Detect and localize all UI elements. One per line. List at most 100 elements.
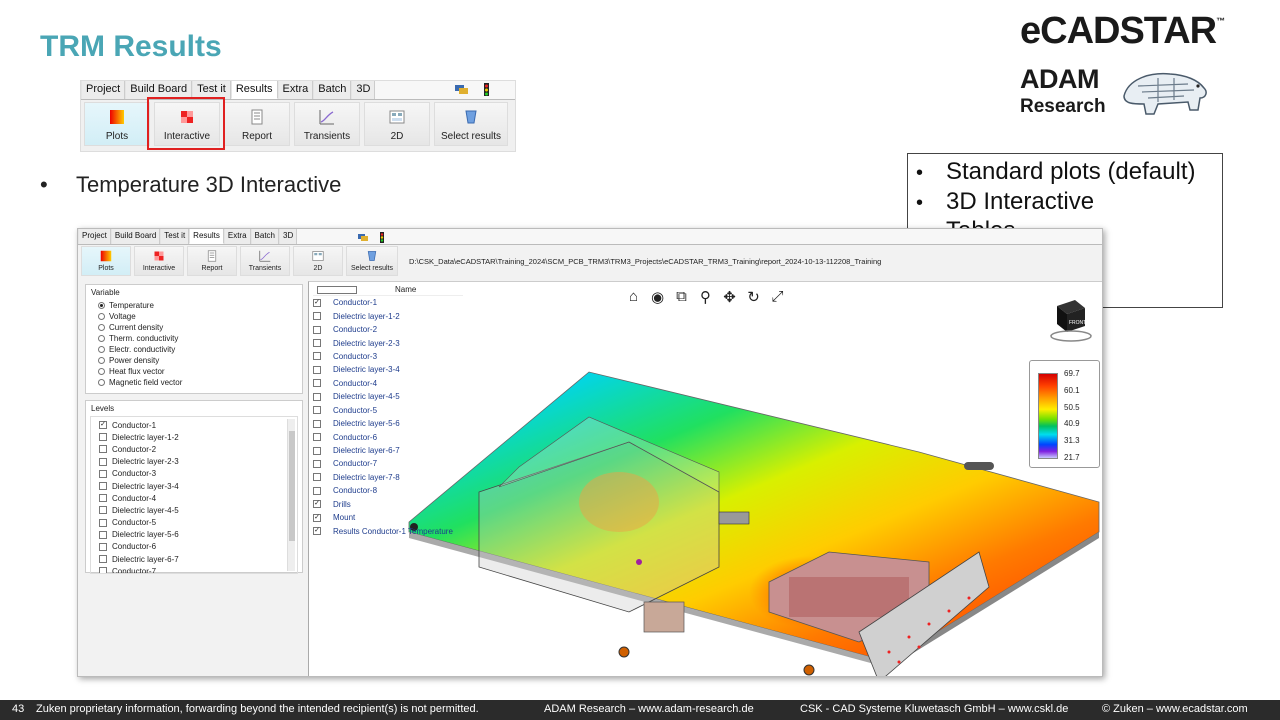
level-item[interactable]: Dielectric layer-3-4: [99, 480, 293, 492]
tab-results[interactable]: Results: [189, 229, 224, 244]
level-checkbox[interactable]: [99, 555, 107, 564]
fit-icon[interactable]: ⤢: [769, 288, 786, 306]
variable-option[interactable]: Electr. conductivity: [98, 344, 294, 355]
pcb-temperature-3d-view[interactable]: [389, 362, 1103, 677]
layer-checkbox[interactable]: ✓: [313, 298, 321, 307]
transients-button[interactable]: Transients: [294, 102, 360, 146]
layer-item[interactable]: ✓ Drills: [313, 498, 463, 511]
plots-button[interactable]: Plots: [84, 102, 150, 146]
app-interactive-button[interactable]: Interactive: [134, 246, 184, 276]
pan-icon[interactable]: ✥: [721, 288, 738, 306]
radio-button[interactable]: [98, 346, 105, 353]
radio-button[interactable]: [98, 335, 105, 342]
level-item[interactable]: Conductor-7: [99, 565, 293, 573]
level-item[interactable]: Conductor-5: [99, 517, 293, 529]
layer-checkbox[interactable]: [313, 365, 321, 374]
rotate-icon[interactable]: ↻: [745, 288, 762, 306]
level-item[interactable]: ✓ Conductor-1: [99, 419, 293, 431]
level-checkbox[interactable]: [99, 518, 107, 527]
radio-button[interactable]: [98, 302, 105, 309]
layer-item[interactable]: Conductor-8: [313, 484, 463, 497]
level-checkbox[interactable]: [99, 530, 107, 539]
variable-option[interactable]: Therm. conductivity: [98, 333, 294, 344]
variable-option[interactable]: Heat flux vector: [98, 366, 294, 377]
level-item[interactable]: Dielectric layer-2-3: [99, 456, 293, 468]
home-icon[interactable]: ⌂: [625, 288, 642, 306]
layer-item[interactable]: Dielectric layer-1-2: [313, 309, 463, 322]
radio-button[interactable]: [98, 368, 105, 375]
layer-checkbox[interactable]: ✓: [313, 500, 321, 509]
level-checkbox[interactable]: [99, 542, 107, 551]
level-item[interactable]: Dielectric layer-5-6: [99, 529, 293, 541]
layer-item[interactable]: Dielectric layer-2-3: [313, 336, 463, 349]
tab-project[interactable]: Project: [81, 81, 126, 99]
layer-item[interactable]: ✓ Conductor-1: [313, 296, 463, 309]
layer-checkbox[interactable]: [313, 325, 321, 334]
layer-item[interactable]: Dielectric layer-7-8: [313, 471, 463, 484]
layer-item[interactable]: Conductor-4: [313, 377, 463, 390]
app-select-results-button[interactable]: Select results: [346, 246, 398, 276]
app-report-button[interactable]: Report: [187, 246, 237, 276]
tab-3d[interactable]: 3D: [279, 229, 298, 244]
report-button[interactable]: Report: [224, 102, 290, 146]
variable-option[interactable]: Temperature: [98, 300, 294, 311]
layer-checkbox[interactable]: [313, 352, 321, 361]
radio-button[interactable]: [98, 357, 105, 364]
layer-checkbox[interactable]: [313, 312, 321, 321]
app-2d-button[interactable]: 2D: [293, 246, 343, 276]
level-item[interactable]: Conductor-4: [99, 492, 293, 504]
zoom-box-icon[interactable]: ⧉: [673, 288, 690, 306]
layer-checkbox[interactable]: ✓: [313, 527, 321, 536]
zoom-icon[interactable]: ⚲: [697, 288, 714, 306]
variable-option[interactable]: Voltage: [98, 311, 294, 322]
radio-button[interactable]: [98, 379, 105, 386]
level-checkbox[interactable]: [99, 433, 107, 442]
levels-scrollbar[interactable]: [287, 419, 295, 571]
level-checkbox[interactable]: [99, 445, 107, 454]
level-checkbox[interactable]: [99, 482, 107, 491]
layer-item[interactable]: Conductor-5: [313, 404, 463, 417]
layer-item[interactable]: Dielectric layer-4-5: [313, 390, 463, 403]
level-checkbox[interactable]: [99, 494, 107, 503]
level-item[interactable]: Dielectric layer-6-7: [99, 553, 293, 565]
tab-batch[interactable]: Batch: [250, 229, 279, 244]
level-item[interactable]: Conductor-2: [99, 443, 293, 455]
layer-checkbox[interactable]: [313, 339, 321, 348]
tab-batch[interactable]: Batch: [313, 81, 352, 99]
variable-option[interactable]: Current density: [98, 322, 294, 333]
layer-item[interactable]: Conductor-3: [313, 350, 463, 363]
tab-build-board[interactable]: Build Board: [110, 229, 161, 244]
layer-item[interactable]: Dielectric layer-6-7: [313, 444, 463, 457]
layer-item[interactable]: ✓ Mount: [313, 511, 463, 524]
select-all-checkbox[interactable]: [317, 285, 357, 294]
layer-item[interactable]: Conductor-6: [313, 430, 463, 443]
radio-button[interactable]: [98, 313, 105, 320]
tab-test-it[interactable]: Test it: [160, 229, 190, 244]
layer-checkbox[interactable]: [313, 433, 321, 442]
layer-checkbox[interactable]: [313, 392, 321, 401]
radio-button[interactable]: [98, 324, 105, 331]
layer-checkbox[interactable]: [313, 406, 321, 415]
level-item[interactable]: Conductor-6: [99, 541, 293, 553]
layer-item[interactable]: Dielectric layer-5-6: [313, 417, 463, 430]
app-plots-button[interactable]: Plots: [81, 246, 131, 276]
tab-extra[interactable]: Extra: [223, 229, 251, 244]
layer-checkbox[interactable]: [313, 473, 321, 482]
2d-button[interactable]: 2D: [364, 102, 430, 146]
3d-viewer[interactable]: Name ✓ Conductor-1 Dielectric layer-1-2 Con…: [308, 281, 1103, 677]
level-checkbox[interactable]: ✓: [99, 421, 107, 430]
level-item[interactable]: Dielectric layer-4-5: [99, 504, 293, 516]
app-transients-button[interactable]: Transients: [240, 246, 290, 276]
select-results-button[interactable]: Select results: [434, 102, 508, 146]
tab-results[interactable]: Results: [230, 81, 278, 99]
layer-checkbox[interactable]: [313, 446, 321, 455]
tab-3d[interactable]: 3D: [351, 81, 376, 99]
tab-project[interactable]: Project: [78, 229, 111, 244]
layer-checkbox[interactable]: [313, 486, 321, 495]
level-item[interactable]: Conductor-3: [99, 468, 293, 480]
eye-icon[interactable]: ◉: [649, 288, 666, 306]
level-checkbox[interactable]: [99, 506, 107, 515]
layer-item[interactable]: Conductor-7: [313, 457, 463, 470]
level-checkbox[interactable]: [99, 567, 107, 573]
layer-checkbox[interactable]: [313, 379, 321, 388]
